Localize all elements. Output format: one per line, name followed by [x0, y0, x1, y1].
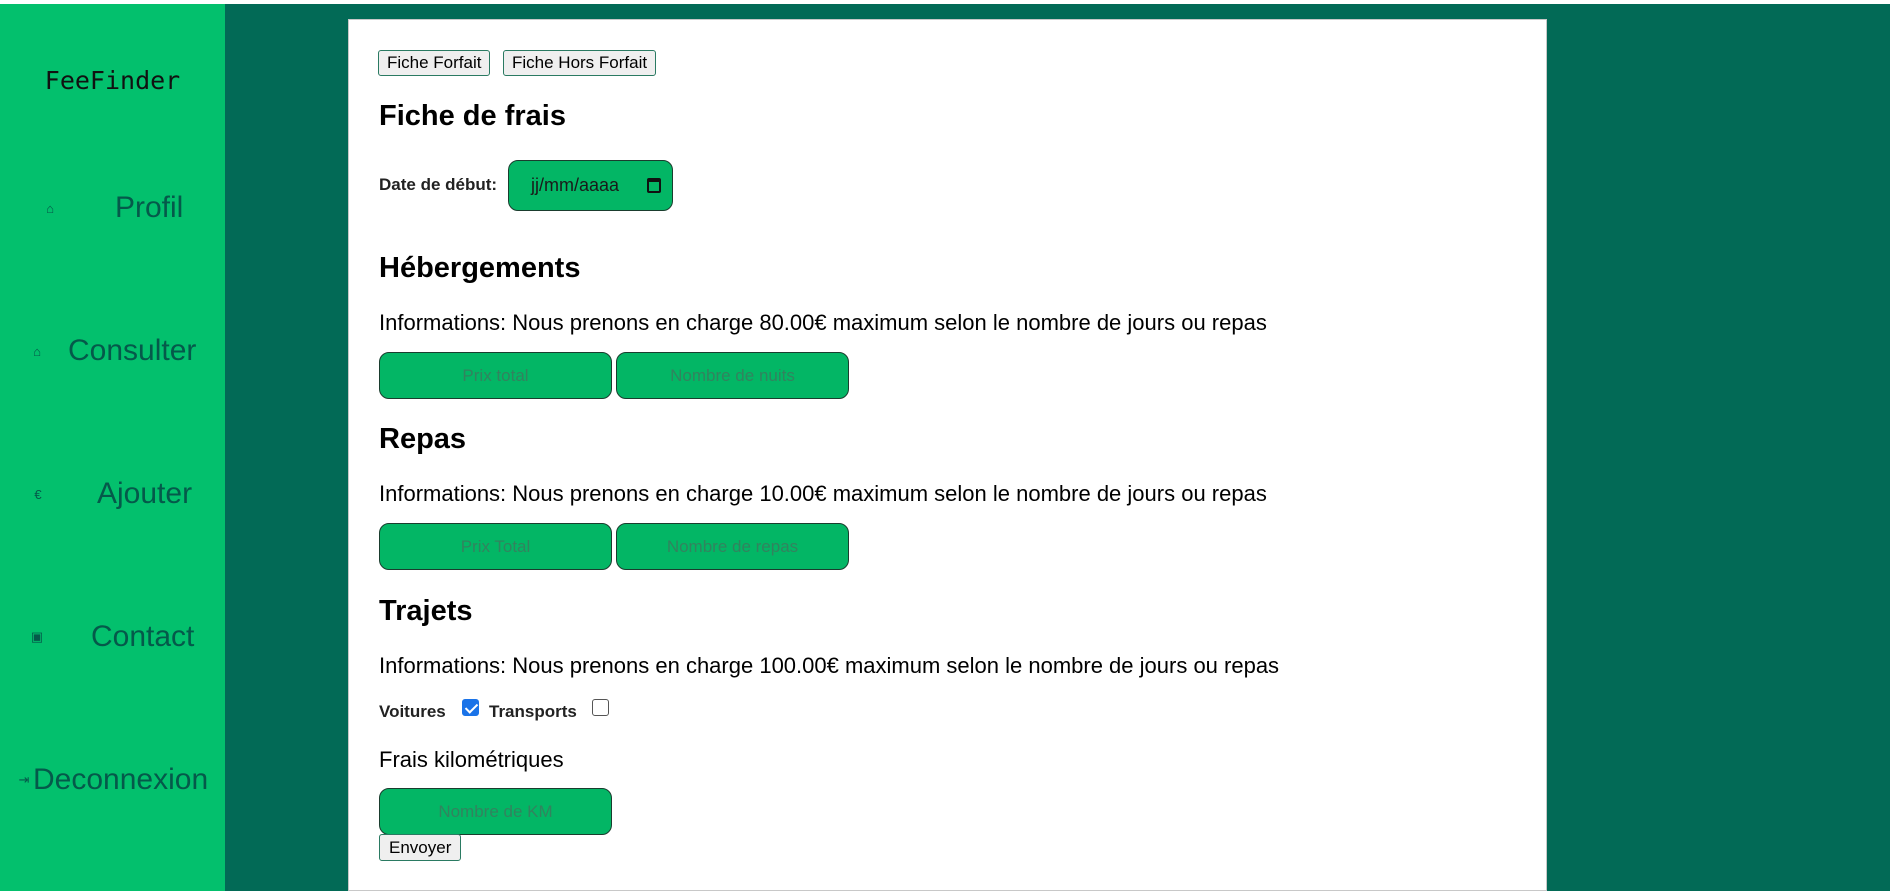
- sidebar-item-label: Contact: [91, 620, 195, 653]
- section-title-hebergements: Hébergements: [379, 252, 581, 284]
- home-icon: ⌂: [46, 200, 54, 216]
- voitures-label: Voitures: [379, 702, 446, 721]
- section-title-repas: Repas: [379, 423, 467, 455]
- sidebar-item-label: Profil: [115, 191, 184, 224]
- submit-button[interactable]: Envoyer: [379, 834, 462, 861]
- sidebar-item-label: Consulter: [68, 334, 197, 367]
- repas-info: Informations: Nous prenons en charge 10.…: [379, 481, 1267, 506]
- fiche-forfait-button[interactable]: Fiche Forfait: [378, 50, 491, 76]
- euro-icon: €: [34, 486, 42, 502]
- km-input[interactable]: [379, 788, 612, 835]
- top-border: [0, 0, 1890, 4]
- date-input[interactable]: jj/mm/aaaa: [508, 160, 673, 211]
- fiche-hors-forfait-button[interactable]: Fiche Hors Forfait: [503, 50, 657, 76]
- sidebar-item-profil[interactable]: ⌂ Profil: [0, 183, 225, 233]
- transports-label: Transports: [489, 702, 577, 721]
- sidebar-item-consulter[interactable]: ⌂ Consulter: [0, 326, 225, 376]
- hebergements-nights-input[interactable]: [616, 352, 849, 399]
- contact-card-icon: ▣: [30, 629, 44, 644]
- repas-count-input[interactable]: [616, 523, 849, 570]
- voitures-checkbox[interactable]: [462, 699, 479, 716]
- calendar-icon[interactable]: [647, 178, 661, 193]
- date-label: Date de début:: [379, 175, 498, 194]
- km-label: Frais kilométriques: [379, 747, 564, 772]
- sidebar: FeeFinder ⌂ Profil ⌂ Consulter € Ajouter…: [0, 4, 225, 891]
- sidebar-item-deconnexion[interactable]: ⇥ Deconnexion: [0, 755, 225, 805]
- hebergements-price-input[interactable]: [379, 352, 612, 399]
- section-title-trajets: Trajets: [379, 595, 473, 627]
- logout-icon: ⇥: [18, 772, 30, 787]
- transports-checkbox[interactable]: [592, 699, 609, 716]
- sidebar-item-label: Deconnexion: [33, 763, 209, 796]
- sidebar-item-contact[interactable]: ▣ Contact: [0, 612, 225, 662]
- expense-form-panel: Fiche Forfait Fiche Hors Forfait Fiche d…: [348, 19, 1547, 891]
- sidebar-item-label: Ajouter: [97, 477, 193, 510]
- trajets-info: Informations: Nous prenons en charge 100…: [379, 653, 1280, 678]
- page-title: Fiche de frais: [379, 100, 566, 132]
- home-icon: ⌂: [33, 343, 41, 359]
- sidebar-item-ajouter[interactable]: € Ajouter: [0, 469, 225, 519]
- repas-price-input[interactable]: [379, 523, 612, 570]
- logo: FeeFinder: [44, 66, 181, 95]
- date-placeholder: jj/mm/aaaa: [531, 175, 620, 195]
- hebergements-info: Informations: Nous prenons en charge 80.…: [379, 310, 1267, 335]
